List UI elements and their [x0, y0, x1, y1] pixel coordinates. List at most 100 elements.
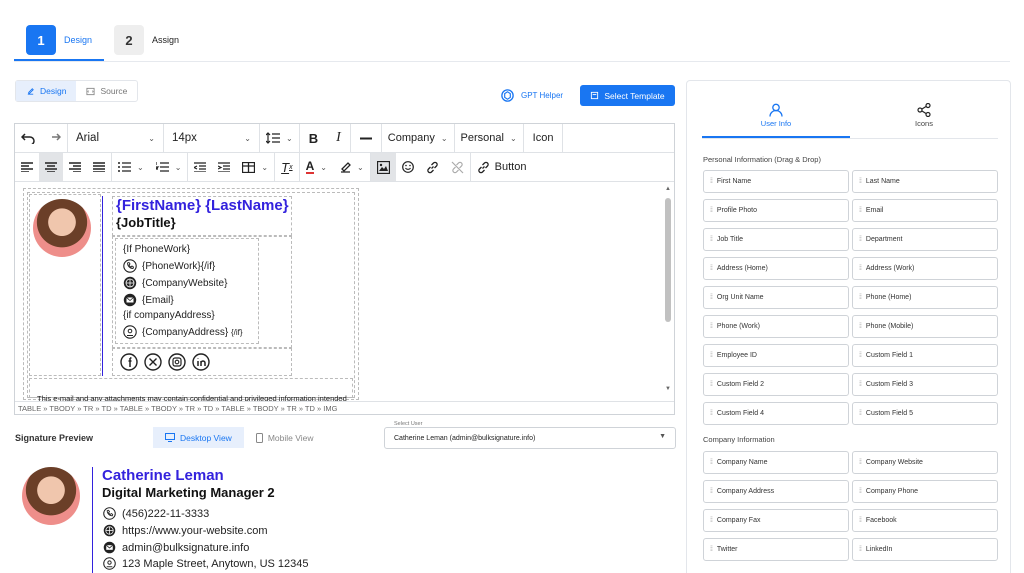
undo-button[interactable]: [15, 124, 41, 152]
draggable-field-twitter[interactable]: ⁞⁞ Twitter: [703, 538, 849, 561]
select-user-dropdown[interactable]: Catherine Leman (admin@bulksignature.inf…: [384, 427, 676, 449]
link-button[interactable]: [420, 153, 445, 181]
draggable-field-facebook[interactable]: ⁞⁞ Facebook: [852, 509, 998, 532]
italic-button[interactable]: I: [327, 124, 351, 152]
gpt-helper-button[interactable]: GPT Helper: [500, 88, 563, 103]
scroll-down-icon[interactable]: ▼: [664, 386, 672, 392]
image-button[interactable]: [370, 153, 396, 181]
icon-menu-button[interactable]: Icon: [524, 124, 564, 152]
select-template-button[interactable]: Select Template: [580, 85, 675, 106]
draggable-field-first-name[interactable]: ⁞⁞ First Name: [703, 170, 849, 193]
insert-button-button[interactable]: Button: [471, 153, 533, 181]
emoji-button[interactable]: [396, 153, 420, 181]
mobile-view-button[interactable]: Mobile View: [244, 427, 326, 448]
scroll-thumb[interactable]: [665, 198, 671, 322]
align-left-button[interactable]: [15, 153, 39, 181]
text-color-button[interactable]: A ⌄: [300, 153, 333, 181]
draggable-field-custom-field-1[interactable]: ⁞⁞ Custom Field 1: [852, 344, 998, 367]
draggable-field-job-title[interactable]: ⁞⁞ Job Title: [703, 228, 849, 251]
field-label: Address (Home): [716, 265, 768, 272]
draggable-field-profile-photo[interactable]: ⁞⁞ Profile Photo: [703, 199, 849, 222]
field-label: Phone (Mobile): [865, 323, 914, 330]
tab-icons[interactable]: Icons: [850, 103, 998, 138]
font-size-select[interactable]: 14px ⌄: [164, 124, 260, 152]
field-label: Facebook: [865, 517, 897, 524]
view-toggle: Desktop View Mobile View: [153, 427, 326, 448]
draggable-field-address-work[interactable]: ⁞⁞ Address (Work): [852, 257, 998, 280]
scroll-up-icon[interactable]: ▲: [664, 186, 672, 192]
numbered-list-icon: [155, 162, 169, 172]
instagram-icon[interactable]: [168, 353, 186, 376]
highlight-color-button[interactable]: ⌄: [333, 153, 371, 181]
tab-user-info-label: User Info: [760, 119, 792, 128]
dropdown-arrow-icon: ▼: [659, 433, 666, 440]
company-fields-menu[interactable]: Company ⌄: [382, 124, 455, 152]
draggable-field-custom-field-4[interactable]: ⁞⁞ Custom Field 4: [703, 402, 849, 425]
preview-title: Digital Marketing Manager 2: [102, 485, 275, 500]
align-right-button[interactable]: [63, 153, 87, 181]
desktop-view-button[interactable]: Desktop View: [153, 427, 244, 448]
draggable-field-custom-field-2[interactable]: ⁞⁞ Custom Field 2: [703, 373, 849, 396]
clear-format-button[interactable]: Tx: [275, 153, 300, 181]
unlink-icon: [451, 161, 464, 173]
draggable-field-department[interactable]: ⁞⁞ Department: [852, 228, 998, 251]
horizontal-line-icon: [359, 137, 372, 139]
linkedin-icon[interactable]: [192, 353, 210, 376]
editor-scrollbar[interactable]: ▲ ▼: [664, 186, 672, 392]
tab-user-info[interactable]: User Info: [702, 103, 850, 138]
draggable-field-phone-work[interactable]: ⁞⁞ Phone (Work): [703, 315, 849, 338]
draggable-field-company-fax[interactable]: ⁞⁞ Company Fax: [703, 509, 849, 532]
source-mode-button[interactable]: Source: [76, 81, 137, 101]
drag-handle-icon: ⁞⁞: [859, 410, 862, 417]
preview-email-line: admin@bulksignature.info: [103, 541, 249, 554]
editor-content[interactable]: {FirstName} {LastName} {JobTitle} {If Ph…: [15, 182, 663, 402]
unlink-button[interactable]: [445, 153, 471, 181]
gpt-icon: [501, 89, 514, 102]
draggable-field-custom-field-5[interactable]: ⁞⁞ Custom Field 5: [852, 402, 998, 425]
field-label: Phone (Work): [716, 323, 760, 330]
justify-button[interactable]: [87, 153, 112, 181]
numbered-list-button[interactable]: ⌄: [150, 153, 189, 181]
draggable-field-company-name[interactable]: ⁞⁞ Company Name: [703, 451, 849, 474]
draggable-field-org-unit-name[interactable]: ⁞⁞ Org Unit Name: [703, 286, 849, 309]
select-template-label: Select Template: [604, 90, 665, 101]
field-label: Company Fax: [716, 517, 761, 524]
editor-email-line: {Email}: [123, 293, 174, 307]
draggable-field-company-website[interactable]: ⁞⁞ Company Website: [852, 451, 998, 474]
draggable-field-address-home[interactable]: ⁞⁞ Address (Home): [703, 257, 849, 280]
horizontal-line-button[interactable]: [351, 124, 382, 152]
redo-button[interactable]: [41, 124, 68, 152]
indent-button[interactable]: [212, 153, 236, 181]
field-label: Job Title: [716, 236, 743, 243]
step-design[interactable]: 1 Design: [26, 25, 92, 55]
draggable-field-company-phone[interactable]: ⁞⁞ Company Phone: [852, 480, 998, 503]
personal-fields-menu[interactable]: Personal ⌄: [455, 124, 524, 152]
draggable-field-last-name[interactable]: ⁞⁞ Last Name: [852, 170, 998, 193]
draggable-field-company-address[interactable]: ⁞⁞ Company Address: [703, 480, 849, 503]
chevron-down-icon: ⌄: [174, 162, 182, 172]
draggable-field-custom-field-3[interactable]: ⁞⁞ Custom Field 3: [852, 373, 998, 396]
phone-text: {PhoneWork}{/if}: [142, 260, 216, 272]
outdent-button[interactable]: [188, 153, 212, 181]
draggable-field-phone-mobile[interactable]: ⁞⁞ Phone (Mobile): [852, 315, 998, 338]
facebook-icon[interactable]: [120, 353, 138, 376]
signature-preview-heading: Signature Preview: [15, 433, 94, 443]
line-height-button[interactable]: ⌄: [260, 124, 300, 152]
table-button[interactable]: ⌄: [236, 153, 276, 181]
globe-icon: [103, 524, 116, 537]
user-icon: [769, 103, 783, 117]
draggable-field-email[interactable]: ⁞⁞ Email: [852, 199, 998, 222]
font-family-select[interactable]: Arial ⌄: [68, 124, 164, 152]
x-twitter-icon[interactable]: [144, 353, 162, 376]
draggable-field-phone-home[interactable]: ⁞⁞ Phone (Home): [852, 286, 998, 309]
step-assign[interactable]: 2 Assign: [114, 25, 179, 55]
draggable-field-linkedin[interactable]: ⁞⁞ LinkedIn: [852, 538, 998, 561]
bold-button[interactable]: B: [300, 124, 327, 152]
bullet-list-button[interactable]: ⌄: [112, 153, 150, 181]
design-mode-button[interactable]: Design: [16, 81, 77, 101]
draggable-field-employee-id[interactable]: ⁞⁞ Employee ID: [703, 344, 849, 367]
drag-handle-icon: ⁞⁞: [710, 459, 713, 466]
editor-address-line: {CompanyAddress} {/if}: [123, 325, 243, 339]
profile-photo[interactable]: [33, 199, 91, 257]
align-center-button[interactable]: [39, 153, 63, 181]
